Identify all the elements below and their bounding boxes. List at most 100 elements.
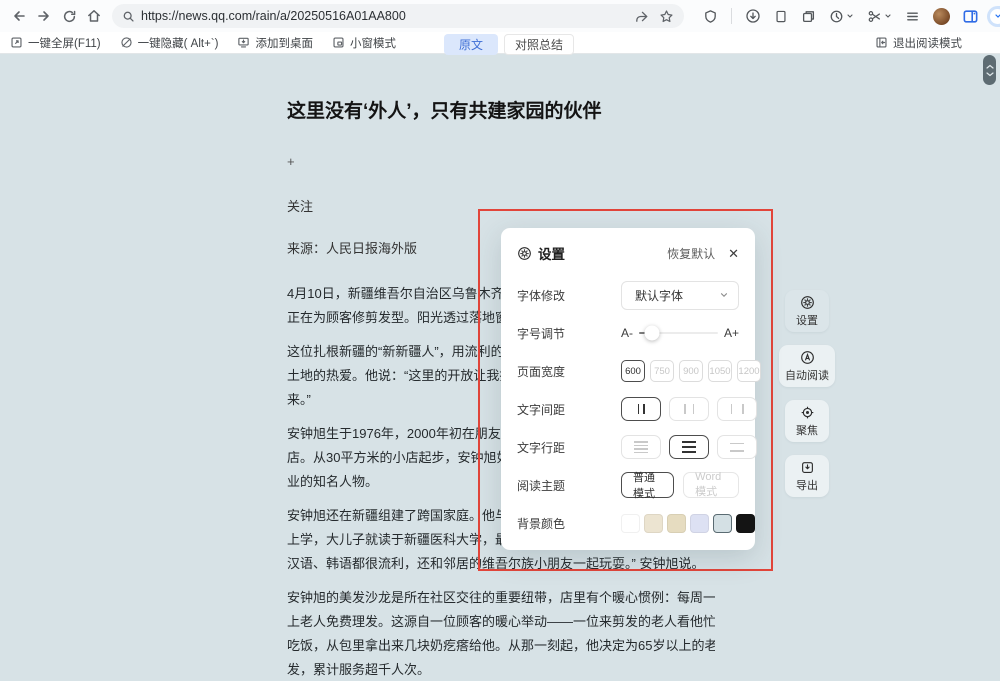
letter-spacing-large-button[interactable] <box>717 397 757 421</box>
letter-spacing-medium-icon <box>684 404 694 414</box>
home-icon[interactable] <box>83 5 105 27</box>
letter-spacing-row: 文字间距 <box>517 394 739 424</box>
reading-tabs: 原文 对照总结 <box>444 34 574 55</box>
letter-spacing-medium-button[interactable] <box>669 397 709 421</box>
tab-original[interactable]: 原文 <box>444 34 498 55</box>
article-title: 这里没有‘外人’，只有共建家园的伙伴 <box>287 100 715 124</box>
back-icon[interactable] <box>8 5 30 27</box>
auto-read-icon <box>800 350 815 365</box>
fullscreen-icon <box>10 36 23 49</box>
reset-default-button[interactable]: 恢复默认 <box>667 245 715 262</box>
line-spacing-small-icon <box>634 441 648 453</box>
chevron-down-icon[interactable] <box>986 72 994 77</box>
download-icon[interactable] <box>745 8 761 24</box>
refresh-icon[interactable] <box>58 5 80 27</box>
row-label: 背景颜色 <box>517 515 621 532</box>
bookmark-fullscreen[interactable]: 一键全屏(F11) <box>10 35 101 51</box>
bg-swatch-black[interactable] <box>736 514 755 533</box>
theme-normal-button[interactable]: 普通模式 <box>621 472 674 498</box>
article-paragraph: 安钟旭的美发沙龙是所在社区交往的重要纽带，店里有个暖心惯例：每周一，65岁以 上… <box>287 586 715 681</box>
scroll-widget[interactable] <box>983 55 996 85</box>
width-option-750[interactable]: 750 <box>650 360 674 382</box>
copy-windows-icon[interactable] <box>801 9 816 24</box>
sidebar-item-auto-read[interactable]: 自动阅读 <box>779 345 835 387</box>
exit-reading-mode-button[interactable]: 退出阅读模式 <box>875 35 962 51</box>
focus-crosshair-icon <box>800 405 815 420</box>
bg-swatch-lavender[interactable] <box>690 514 709 533</box>
sidebar-panel-icon[interactable] <box>962 8 979 25</box>
url-text[interactable]: https://news.qq.com/rain/a/20250516A01AA… <box>141 9 624 23</box>
eye-slash-icon <box>120 36 133 49</box>
chevron-up-icon[interactable] <box>986 64 994 69</box>
width-option-1050[interactable]: 1050 <box>708 360 732 382</box>
bookmark-label: 添加到桌面 <box>255 35 313 51</box>
line-spacing-large-button[interactable] <box>717 435 757 459</box>
browser-window: https://news.qq.com/rain/a/20250516A01AA… <box>0 0 1000 681</box>
profile-avatar[interactable] <box>933 8 950 25</box>
font-family-row: 字体修改 默认字体 <box>517 280 739 310</box>
sidebar-item-export[interactable]: 导出 <box>785 455 829 497</box>
font-size-slider[interactable] <box>639 332 718 335</box>
row-label: 阅读主题 <box>517 477 621 494</box>
article-expander[interactable]: + <box>287 154 715 168</box>
row-label: 页面宽度 <box>517 363 621 380</box>
chevron-down-icon <box>884 12 892 20</box>
settings-gear-icon <box>517 246 532 261</box>
row-label: 文字行距 <box>517 439 621 456</box>
font-family-select[interactable]: 默认字体 <box>621 281 739 310</box>
star-icon[interactable] <box>659 9 674 24</box>
reading-view: 这里没有‘外人’，只有共建家园的伙伴 + 关注 来源：人民日报海外版 4月10日… <box>0 55 1000 681</box>
bookmark-mini-window[interactable]: 小窗模式 <box>332 35 396 51</box>
menu-icon[interactable] <box>905 9 920 24</box>
letter-spacing-small-icon <box>638 404 645 414</box>
extensions-icon[interactable] <box>703 9 718 24</box>
bg-swatch-blue-gray[interactable] <box>713 514 732 533</box>
bookmark-hide[interactable]: 一键隐藏( Alt+`) <box>120 35 219 51</box>
line-spacing-small-button[interactable] <box>621 435 661 459</box>
theme-word-button[interactable]: Word模式 <box>683 472 739 498</box>
paragraph-line: 上老人免费理发。这源自一位顾客的暖心举动——一位来剪发的老人看他忙得顾不上 <box>287 610 715 634</box>
page-width-row: 页面宽度 600 750 900 1050 1200 <box>517 356 739 386</box>
row-label: 文字间距 <box>517 401 621 418</box>
bg-swatch-white[interactable] <box>621 514 640 533</box>
line-spacing-medium-icon <box>682 441 696 453</box>
sidebar-item-settings[interactable]: 设置 <box>785 290 829 332</box>
history-icon[interactable] <box>829 9 854 24</box>
bg-swatch-cream[interactable] <box>644 514 663 533</box>
tab-compare-summary[interactable]: 对照总结 <box>504 34 574 55</box>
letter-spacing-small-button[interactable] <box>621 397 661 421</box>
sidebar-item-label: 聚焦 <box>796 422 818 438</box>
bookmark-add-desktop[interactable]: 添加到桌面 <box>237 35 313 51</box>
paragraph-line: 汉语、韩语都很流利，还和邻居的维吾尔族小朋友一起玩耍。” 安钟旭说。 <box>287 552 715 576</box>
slider-thumb[interactable] <box>645 326 660 341</box>
new-page-icon[interactable] <box>774 9 788 24</box>
toolbar-divider <box>731 8 732 24</box>
sidebar-item-label: 自动阅读 <box>785 367 829 383</box>
paragraph-line: 安钟旭的美发沙龙是所在社区交往的重要纽带，店里有个暖心惯例：每周一，65岁以 <box>287 586 715 610</box>
sidebar-item-focus[interactable]: 聚焦 <box>785 400 829 442</box>
mini-window-icon <box>332 36 345 49</box>
width-option-600[interactable]: 600 <box>621 360 645 382</box>
bg-swatch-tan[interactable] <box>667 514 686 533</box>
line-spacing-medium-button[interactable] <box>669 435 709 459</box>
font-larger-label[interactable]: A+ <box>724 326 739 340</box>
send-icon[interactable] <box>634 9 649 24</box>
width-option-900[interactable]: 900 <box>679 360 703 382</box>
cloud-sync-toggle[interactable] <box>987 6 1000 27</box>
forward-icon[interactable] <box>33 5 55 27</box>
follow-link[interactable]: 关注 <box>287 196 715 212</box>
letter-spacing-large-icon <box>731 404 744 414</box>
export-icon <box>800 460 815 475</box>
screenshot-scissors-icon[interactable] <box>867 9 892 24</box>
close-icon[interactable]: ✕ <box>728 247 739 260</box>
settings-gear-icon <box>800 295 815 310</box>
address-bar[interactable]: https://news.qq.com/rain/a/20250516A01AA… <box>112 4 684 28</box>
font-smaller-label[interactable]: A- <box>621 326 633 340</box>
exit-reading-label: 退出阅读模式 <box>893 35 962 51</box>
row-label: 字号调节 <box>517 325 621 342</box>
browser-toolbar: https://news.qq.com/rain/a/20250516A01AA… <box>0 0 1000 32</box>
row-label: 字体修改 <box>517 287 621 304</box>
toggle-caret-knob[interactable] <box>990 9 1000 24</box>
line-spacing-large-icon <box>730 443 744 452</box>
width-option-1200[interactable]: 1200 <box>737 360 761 382</box>
